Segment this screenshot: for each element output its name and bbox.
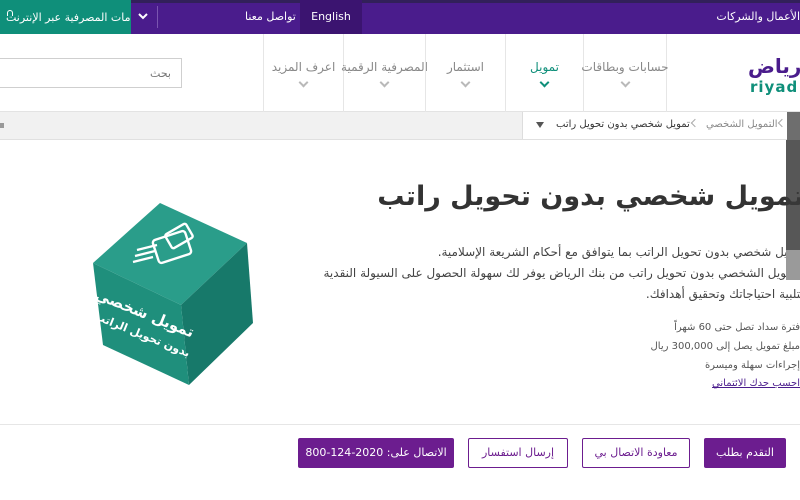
search-input[interactable]	[0, 59, 181, 87]
caret-down-icon[interactable]	[536, 122, 544, 128]
top-bar: الخدمات المصرفية عبر الإنترنت تواصل معنا…	[0, 0, 800, 34]
breadcrumb-personal-financing[interactable]: التمويل الشخصي	[706, 119, 778, 130]
intro-paragraph-line-1: تمويل شخصي بدون تحويل الراتب بما يتوافق …	[437, 245, 800, 259]
nav-item-label: تمويل	[530, 60, 559, 74]
chevron-down-icon-svg	[138, 13, 148, 20]
chevron-down-icon	[379, 77, 390, 88]
feature-item-tenure: فترة سداد تصل حتى 60 شهراً	[674, 322, 800, 333]
nav-item-label: اعرف المزيد	[271, 60, 336, 74]
breadcrumb-scroll-icon	[0, 123, 4, 128]
call-number-button[interactable]: الاتصال على: 2020-124-800	[298, 438, 454, 468]
nav-item-label: المصرفية الرقمية	[341, 60, 428, 74]
breadcrumb: تمويل شخصي بدون تحويل راتب التمويل الشخص…	[0, 112, 800, 140]
intro-paragraph-line-3: لتلبية احتياجاتك وتحقيق أهدافك.	[645, 287, 800, 301]
apply-button[interactable]: التقدم بطلب	[704, 438, 786, 468]
chevron-down-icon	[298, 77, 309, 88]
chevron-down-icon	[539, 77, 550, 88]
cube-graphic: تمويل شخصي بدون تحويل الراتب	[93, 203, 253, 385]
nav-item-label: استثمار	[446, 60, 485, 74]
intro-paragraph-line-2: التمويل الشخصي بدون تحويل راتب من بنك ال…	[323, 266, 800, 280]
nav-item-learn-more[interactable]: اعرف المزيد	[263, 34, 343, 112]
page-right-edge	[786, 0, 800, 500]
online-banking-label: الخدمات المصرفية عبر الإنترنت	[6, 10, 131, 24]
topbar-divider	[157, 6, 158, 28]
language-switch-button[interactable]: English	[300, 0, 362, 34]
action-bar: الاتصال على: 2020-124-800 إرسال استفسار …	[0, 424, 800, 500]
main-nav: اعرف المزيد المصرفية الرقمية استثمار تمو…	[0, 34, 800, 112]
nav-item-investment[interactable]: استثمار	[425, 34, 505, 112]
contact-us-link[interactable]: تواصل معنا	[245, 0, 296, 34]
call-back-button[interactable]: معاودة الاتصال بي	[582, 438, 690, 468]
nav-item-label: حسابات وبطاقات	[581, 60, 669, 74]
page-title: تمويل شخصي بدون تحويل راتب	[377, 181, 800, 212]
send-inquiry-button[interactable]: إرسال استفسار	[468, 438, 568, 468]
search-box[interactable]	[0, 58, 182, 88]
chevron-down-icon	[460, 77, 471, 88]
chevron-down-icon	[620, 77, 630, 88]
right-edge-graphic	[786, 140, 800, 280]
breadcrumb-current: تمويل شخصي بدون تحويل راتب	[556, 119, 690, 130]
chevron-down-icon[interactable]	[137, 10, 149, 22]
financing-cube-illustration: تمويل شخصي بدون تحويل الراتب	[85, 195, 265, 395]
online-banking-button[interactable]: الخدمات المصرفية عبر الإنترنت	[0, 0, 131, 34]
nav-item-digital-banking[interactable]: المصرفية الرقمية	[341, 34, 428, 112]
feature-item-amount: مبلغ تمويل يصل إلى 300,000 ريال	[650, 341, 800, 352]
nav-item-accounts-cards[interactable]: حسابات وبطاقات	[581, 34, 669, 112]
nav-item-financing[interactable]: تمويل	[505, 34, 583, 112]
